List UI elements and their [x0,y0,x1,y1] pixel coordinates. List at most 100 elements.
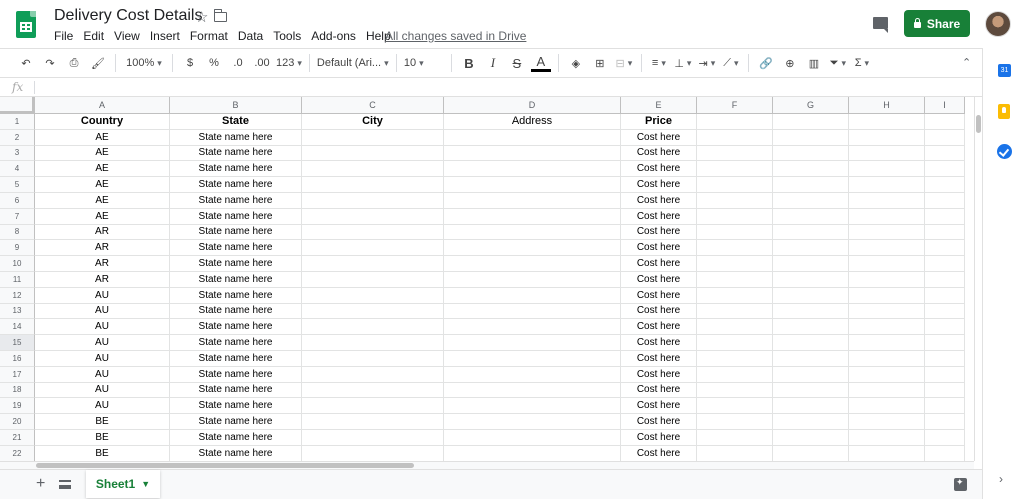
table-cell[interactable]: Cost here [621,256,697,272]
table-cell[interactable] [849,208,925,225]
table-cell[interactable]: AU [35,303,170,320]
table-cell[interactable] [925,303,965,320]
row-header[interactable]: 3 [0,145,35,162]
table-cell[interactable]: State name here [170,240,302,257]
table-cell[interactable]: State name here [170,430,302,446]
header-cell[interactable]: Price [621,114,697,130]
table-cell[interactable] [925,224,965,241]
table-cell[interactable] [302,161,444,178]
table-cell[interactable] [925,256,965,272]
column-header-a[interactable]: A [35,97,170,114]
table-cell[interactable] [302,335,444,351]
table-cell[interactable]: Cost here [621,177,697,193]
column-header-e[interactable]: E [621,97,697,114]
table-cell[interactable]: BE [35,445,170,461]
keep-icon[interactable] [998,104,1010,119]
table-cell[interactable] [849,145,925,162]
table-cell[interactable] [773,303,849,320]
table-cell[interactable] [697,366,773,383]
table-cell[interactable] [697,398,773,415]
text-rotation-icon[interactable]: ⟋ [721,51,741,75]
table-cell[interactable] [773,161,849,178]
table-cell[interactable]: Cost here [621,161,697,178]
row-header[interactable]: 17 [0,366,35,383]
table-cell[interactable] [444,366,621,383]
table-cell[interactable] [773,272,849,288]
table-cell[interactable]: Cost here [621,319,697,336]
table-cell[interactable] [849,224,925,241]
insert-chart-icon[interactable]: ▥ [804,51,824,75]
calendar-icon[interactable]: 31 [998,64,1011,77]
merge-cells-icon[interactable]: ⊟ [614,51,634,75]
table-cell[interactable] [302,240,444,257]
row-header[interactable]: 4 [0,161,35,178]
table-cell[interactable] [697,129,773,146]
increase-decimal-button[interactable]: .00 [252,51,272,75]
table-cell[interactable] [849,335,925,351]
header-cell[interactable] [925,114,965,130]
table-cell[interactable]: State name here [170,398,302,415]
table-cell[interactable] [773,398,849,415]
menu-insert[interactable]: Insert [150,29,180,43]
table-cell[interactable] [849,256,925,272]
table-cell[interactable]: AU [35,398,170,415]
row-header[interactable]: 19 [0,398,35,415]
table-cell[interactable]: State name here [170,177,302,193]
menu-file[interactable]: File [54,29,73,43]
table-cell[interactable] [773,366,849,383]
table-cell[interactable] [925,161,965,178]
table-cell[interactable] [849,319,925,336]
paint-format-icon[interactable]: 🖌 [88,51,108,75]
table-cell[interactable] [773,335,849,351]
table-cell[interactable]: AE [35,208,170,225]
table-cell[interactable]: Cost here [621,240,697,257]
table-cell[interactable] [773,414,849,430]
table-cell[interactable] [697,208,773,225]
table-cell[interactable] [773,287,849,304]
table-cell[interactable] [697,319,773,336]
table-cell[interactable] [444,256,621,272]
table-cell[interactable] [849,240,925,257]
percent-format-button[interactable]: % [204,51,224,75]
table-cell[interactable] [444,430,621,446]
table-cell[interactable]: Cost here [621,335,697,351]
borders-icon[interactable]: ⊞ [590,51,610,75]
row-header[interactable]: 2 [0,129,35,146]
table-cell[interactable] [302,224,444,241]
bold-button[interactable]: B [459,51,479,75]
table-cell[interactable] [302,303,444,320]
table-cell[interactable] [697,430,773,446]
sheet-tab-sheet1[interactable]: Sheet1 ▼ [86,470,160,498]
table-cell[interactable] [849,430,925,446]
column-header-f[interactable]: F [697,97,773,114]
cell-grid[interactable]: A B C D E F G H I 1 Country State City Address Price 2 A… [0,97,974,461]
table-cell[interactable] [925,351,965,367]
table-cell[interactable] [444,272,621,288]
row-header[interactable]: 15 [0,335,35,351]
table-cell[interactable] [773,145,849,162]
table-cell[interactable]: Cost here [621,287,697,304]
menu-tools[interactable]: Tools [273,29,301,43]
table-cell[interactable]: Cost here [621,430,697,446]
table-cell[interactable] [925,129,965,146]
table-cell[interactable]: AU [35,366,170,383]
table-cell[interactable]: State name here [170,319,302,336]
table-cell[interactable] [849,161,925,178]
table-cell[interactable] [444,240,621,257]
table-cell[interactable] [849,287,925,304]
table-cell[interactable] [302,445,444,461]
redo-icon[interactable]: ↷ [40,51,60,75]
table-cell[interactable]: AR [35,256,170,272]
table-cell[interactable] [773,208,849,225]
table-cell[interactable] [849,351,925,367]
table-cell[interactable] [925,414,965,430]
table-cell[interactable] [444,335,621,351]
row-header[interactable]: 13 [0,303,35,320]
table-cell[interactable] [849,445,925,461]
table-cell[interactable] [302,272,444,288]
row-header[interactable]: 11 [0,272,35,288]
row-header[interactable]: 20 [0,414,35,430]
horizontal-align-icon[interactable]: ≡ [649,51,669,75]
table-cell[interactable] [773,351,849,367]
table-cell[interactable]: Cost here [621,224,697,241]
